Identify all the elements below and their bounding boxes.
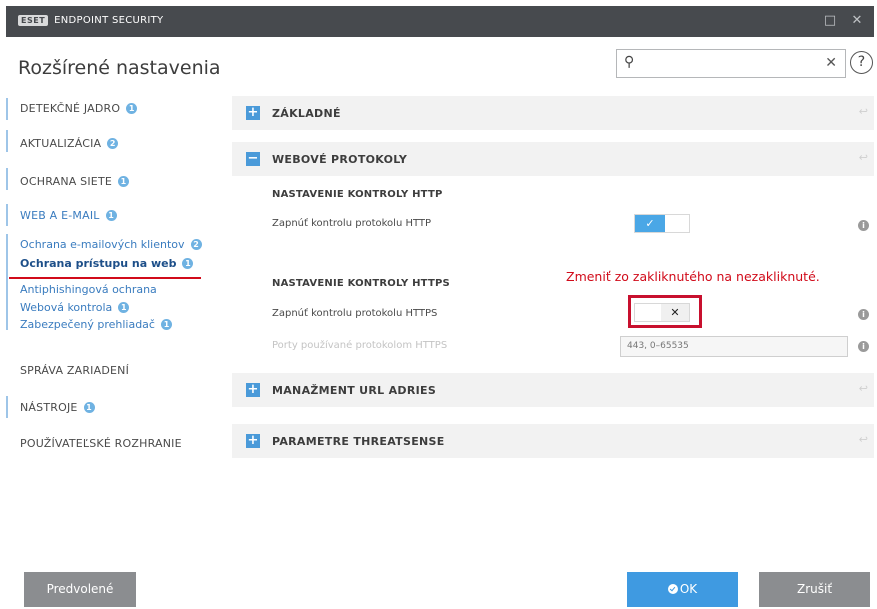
section-title: MANAŽMENT URL ADRIES [272, 384, 437, 397]
sidebar-item-aktualizacia[interactable]: AKTUALIZÁCIA 2 [20, 137, 119, 150]
sidebar-item-nastroje[interactable]: NÁSTROJE 1 [20, 401, 95, 414]
section-manazment-url[interactable]: + MANAŽMENT URL ADRIES ↩ [232, 373, 874, 407]
search-input[interactable] [643, 54, 813, 74]
count-badge: 1 [182, 258, 194, 269]
sidebar-item-label: AKTUALIZÁCIA [20, 137, 102, 150]
section-title: PARAMETRE THREATSENSE [272, 435, 445, 448]
checkmark-icon: ✓ [635, 215, 665, 232]
count-badge: 2 [190, 239, 202, 250]
sidebar-subitem-label: Antiphishingová ochrana [20, 283, 157, 296]
collapse-icon[interactable]: − [246, 152, 260, 166]
app-brand: ESET ENDPOINT SECURITY [18, 15, 163, 26]
https-toggle-label: Zapnúť kontrolu protokolu HTTPS [272, 308, 438, 319]
section-title: ZÁKLADNÉ [272, 107, 341, 120]
https-heading: NASTAVENIE KONTROLY HTTPS [272, 278, 450, 289]
sidebar-subitem-secure-browser[interactable]: Zabezpečený prehliadač 1 [20, 318, 172, 331]
section-parametre-threatsense[interactable]: + PARAMETRE THREATSENSE ↩ [232, 424, 874, 458]
maximize-icon[interactable]: □ [821, 12, 839, 30]
eset-logo: ESET [18, 15, 49, 26]
https-ports-label: Porty používané protokolom HTTPS [272, 340, 448, 351]
expand-icon[interactable]: + [246, 106, 260, 120]
https-ports-field: 443, 0–65535 [620, 336, 848, 357]
sidebar-item-label: POUŽÍVATEĽSKÉ ROZHRANIE [20, 437, 182, 450]
count-badge: 1 [118, 176, 130, 187]
sidebar-subitem-label: Zabezpečený prehliadač [20, 318, 155, 331]
sidebar-item-label: WEB A E-MAIL [20, 209, 100, 222]
sidebar-item-ochrana-siete[interactable]: OCHRANA SIETE 1 [20, 175, 130, 188]
sidebar-item-detekcne-jadro[interactable]: DETEKČNÉ JADRO 1 [20, 102, 138, 115]
sidebar-item-sprava-zariadeni[interactable]: SPRÁVA ZARIADENÍ [20, 364, 129, 377]
sidebar-item-label: DETEKČNÉ JADRO [20, 102, 121, 115]
count-badge: 1 [126, 103, 138, 114]
sidebar-item-label: OCHRANA SIETE [20, 175, 113, 188]
expand-icon[interactable]: + [246, 434, 260, 448]
annotation-highlight-box [628, 295, 702, 328]
nav-marker [6, 204, 8, 226]
revert-icon: ↩ [858, 433, 868, 446]
nav-marker [6, 130, 8, 152]
count-badge: 1 [83, 402, 95, 413]
sidebar-subitem-label: Ochrana prístupu na web [20, 257, 177, 270]
clear-search-icon[interactable]: ✕ [825, 55, 837, 71]
search-icon: ⚲ [624, 54, 635, 70]
cancel-button[interactable]: Zrušiť [759, 572, 870, 607]
section-webove-protokoly[interactable]: − WEBOVÉ PROTOKOLY ↩ [232, 142, 874, 176]
ok-button[interactable]: OK [627, 572, 738, 607]
info-icon[interactable]: i [858, 220, 869, 231]
count-badge: 2 [107, 138, 119, 149]
product-name: ENDPOINT SECURITY [54, 15, 164, 26]
http-toggle-label: Zapnúť kontrolu protokolu HTTP [272, 218, 432, 229]
info-icon[interactable]: i [858, 341, 869, 352]
revert-icon: ↩ [858, 382, 868, 395]
nav-marker [6, 396, 8, 418]
shield-icon [667, 584, 678, 594]
section-zakladne[interactable]: + ZÁKLADNÉ ↩ [232, 96, 874, 130]
page-title: Rozšírené nastavenia [18, 57, 221, 79]
sidebar-item-label: SPRÁVA ZARIADENÍ [20, 364, 130, 377]
settings-panel: + ZÁKLADNÉ ↩ − WEBOVÉ PROTOKOLY ↩ NASTAV… [232, 94, 874, 554]
annotation-text: Zmeniť zo zakliknutého na nezakliknuté. [566, 269, 820, 284]
count-badge: 1 [105, 210, 117, 221]
sidebar-item-web-a-email[interactable]: WEB A E-MAIL 1 [20, 209, 117, 222]
sidebar-subitem-antiphishing[interactable]: Antiphishingová ochrana [20, 283, 157, 296]
nav-marker [6, 98, 8, 120]
search-box[interactable]: ⚲ ✕ [616, 49, 846, 78]
sidebar-item-label: NÁSTROJE [20, 401, 78, 414]
sidebar-subitem-label: Ochrana e-mailových klientov [20, 238, 185, 251]
info-icon[interactable]: i [858, 309, 869, 320]
http-heading: NASTAVENIE KONTROLY HTTP [272, 189, 443, 200]
help-icon[interactable]: ? [850, 51, 873, 74]
annotation-underline [9, 277, 201, 279]
count-badge: 1 [118, 302, 130, 313]
section-title: WEBOVÉ PROTOKOLY [272, 153, 408, 166]
header: Rozšírené nastavenia ⚲ ✕ ? [6, 37, 874, 94]
sidebar-subitem-web-control[interactable]: Webová kontrola 1 [20, 301, 130, 314]
nav-marker [6, 234, 8, 330]
revert-icon: ↩ [858, 151, 868, 164]
default-button[interactable]: Predvolené [24, 572, 136, 607]
nav-marker [6, 168, 8, 190]
expand-icon[interactable]: + [246, 383, 260, 397]
title-bar: ESET ENDPOINT SECURITY □ ✕ [6, 6, 874, 37]
sidebar: DETEKČNÉ JADRO 1 AKTUALIZÁCIA 2 OCHRANA … [6, 94, 226, 554]
sidebar-subitem-email-clients[interactable]: Ochrana e-mailových klientov 2 [20, 238, 202, 251]
ok-button-label: OK [679, 582, 698, 596]
revert-icon: ↩ [858, 105, 868, 118]
sidebar-subitem-label: Webová kontrola [20, 301, 113, 314]
http-toggle[interactable]: ✓ [634, 214, 690, 233]
count-badge: 1 [160, 319, 172, 330]
close-icon[interactable]: ✕ [848, 12, 866, 30]
sidebar-item-pouzivatelske-rozhranie[interactable]: POUŽÍVATEĽSKÉ ROZHRANIE [20, 437, 182, 450]
sidebar-subitem-web-access[interactable]: Ochrana prístupu na web 1 [20, 257, 194, 270]
